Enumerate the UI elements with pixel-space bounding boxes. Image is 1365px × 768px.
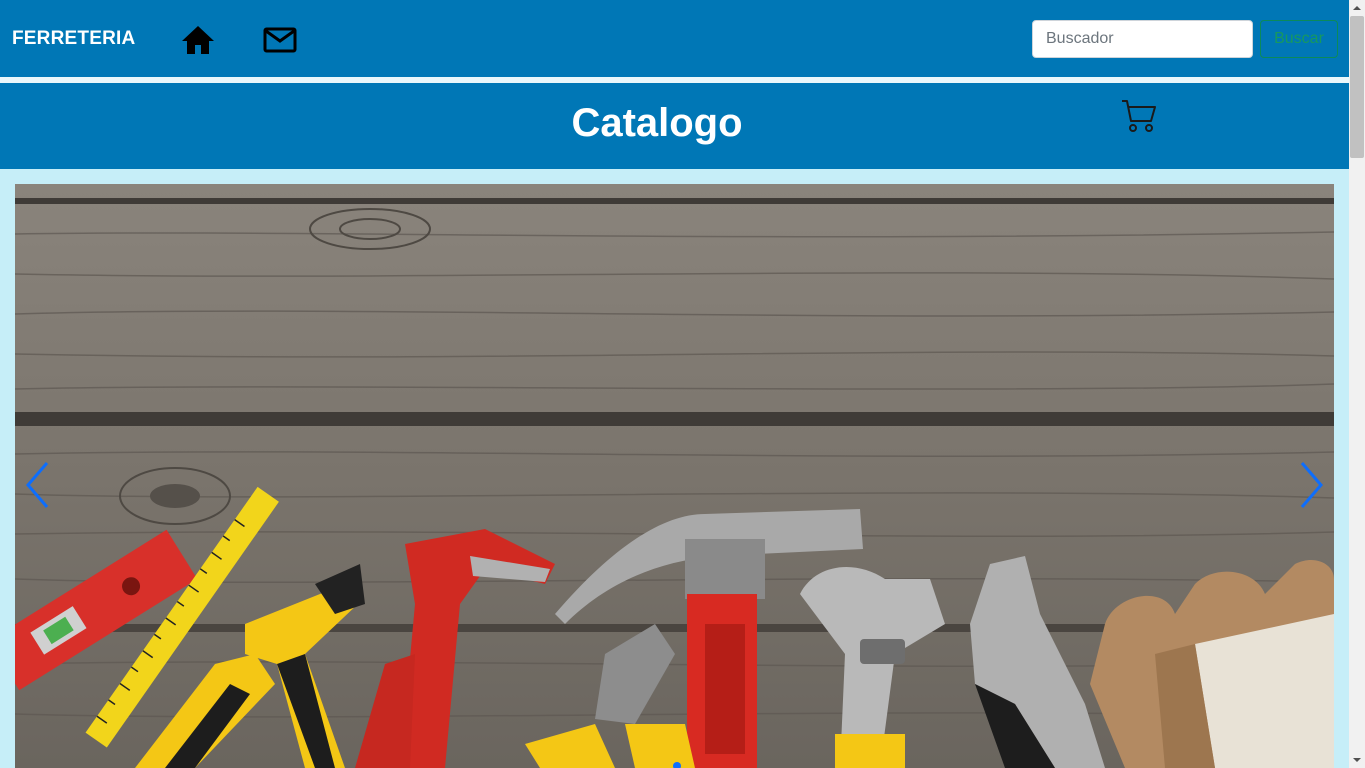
cart-icon[interactable] [1120,97,1158,135]
chevron-right-icon [1300,462,1323,508]
page-title: Catalogo [571,101,743,145]
search-button[interactable]: Buscar [1260,20,1338,58]
page-scrollbar[interactable] [1349,0,1365,768]
scroll-down-arrow-icon[interactable] [1349,752,1365,768]
catalog-header: Catalogo [0,83,1349,169]
hero-carousel [15,184,1334,768]
carousel-indicator[interactable] [673,762,681,768]
tools-on-wood-image [15,184,1334,768]
chevron-left-icon [26,462,49,508]
top-navbar: FERRETERIA Buscar [0,0,1349,77]
search-input[interactable] [1032,20,1253,58]
home-icon[interactable] [180,24,216,56]
carousel-next-control[interactable] [1296,460,1326,510]
scroll-up-arrow-icon[interactable] [1349,0,1365,16]
scroll-thumb[interactable] [1350,16,1364,158]
carousel-prev-control[interactable] [23,460,53,510]
brand-logo[interactable]: FERRETERIA [12,28,135,50]
mail-icon[interactable] [262,26,298,54]
